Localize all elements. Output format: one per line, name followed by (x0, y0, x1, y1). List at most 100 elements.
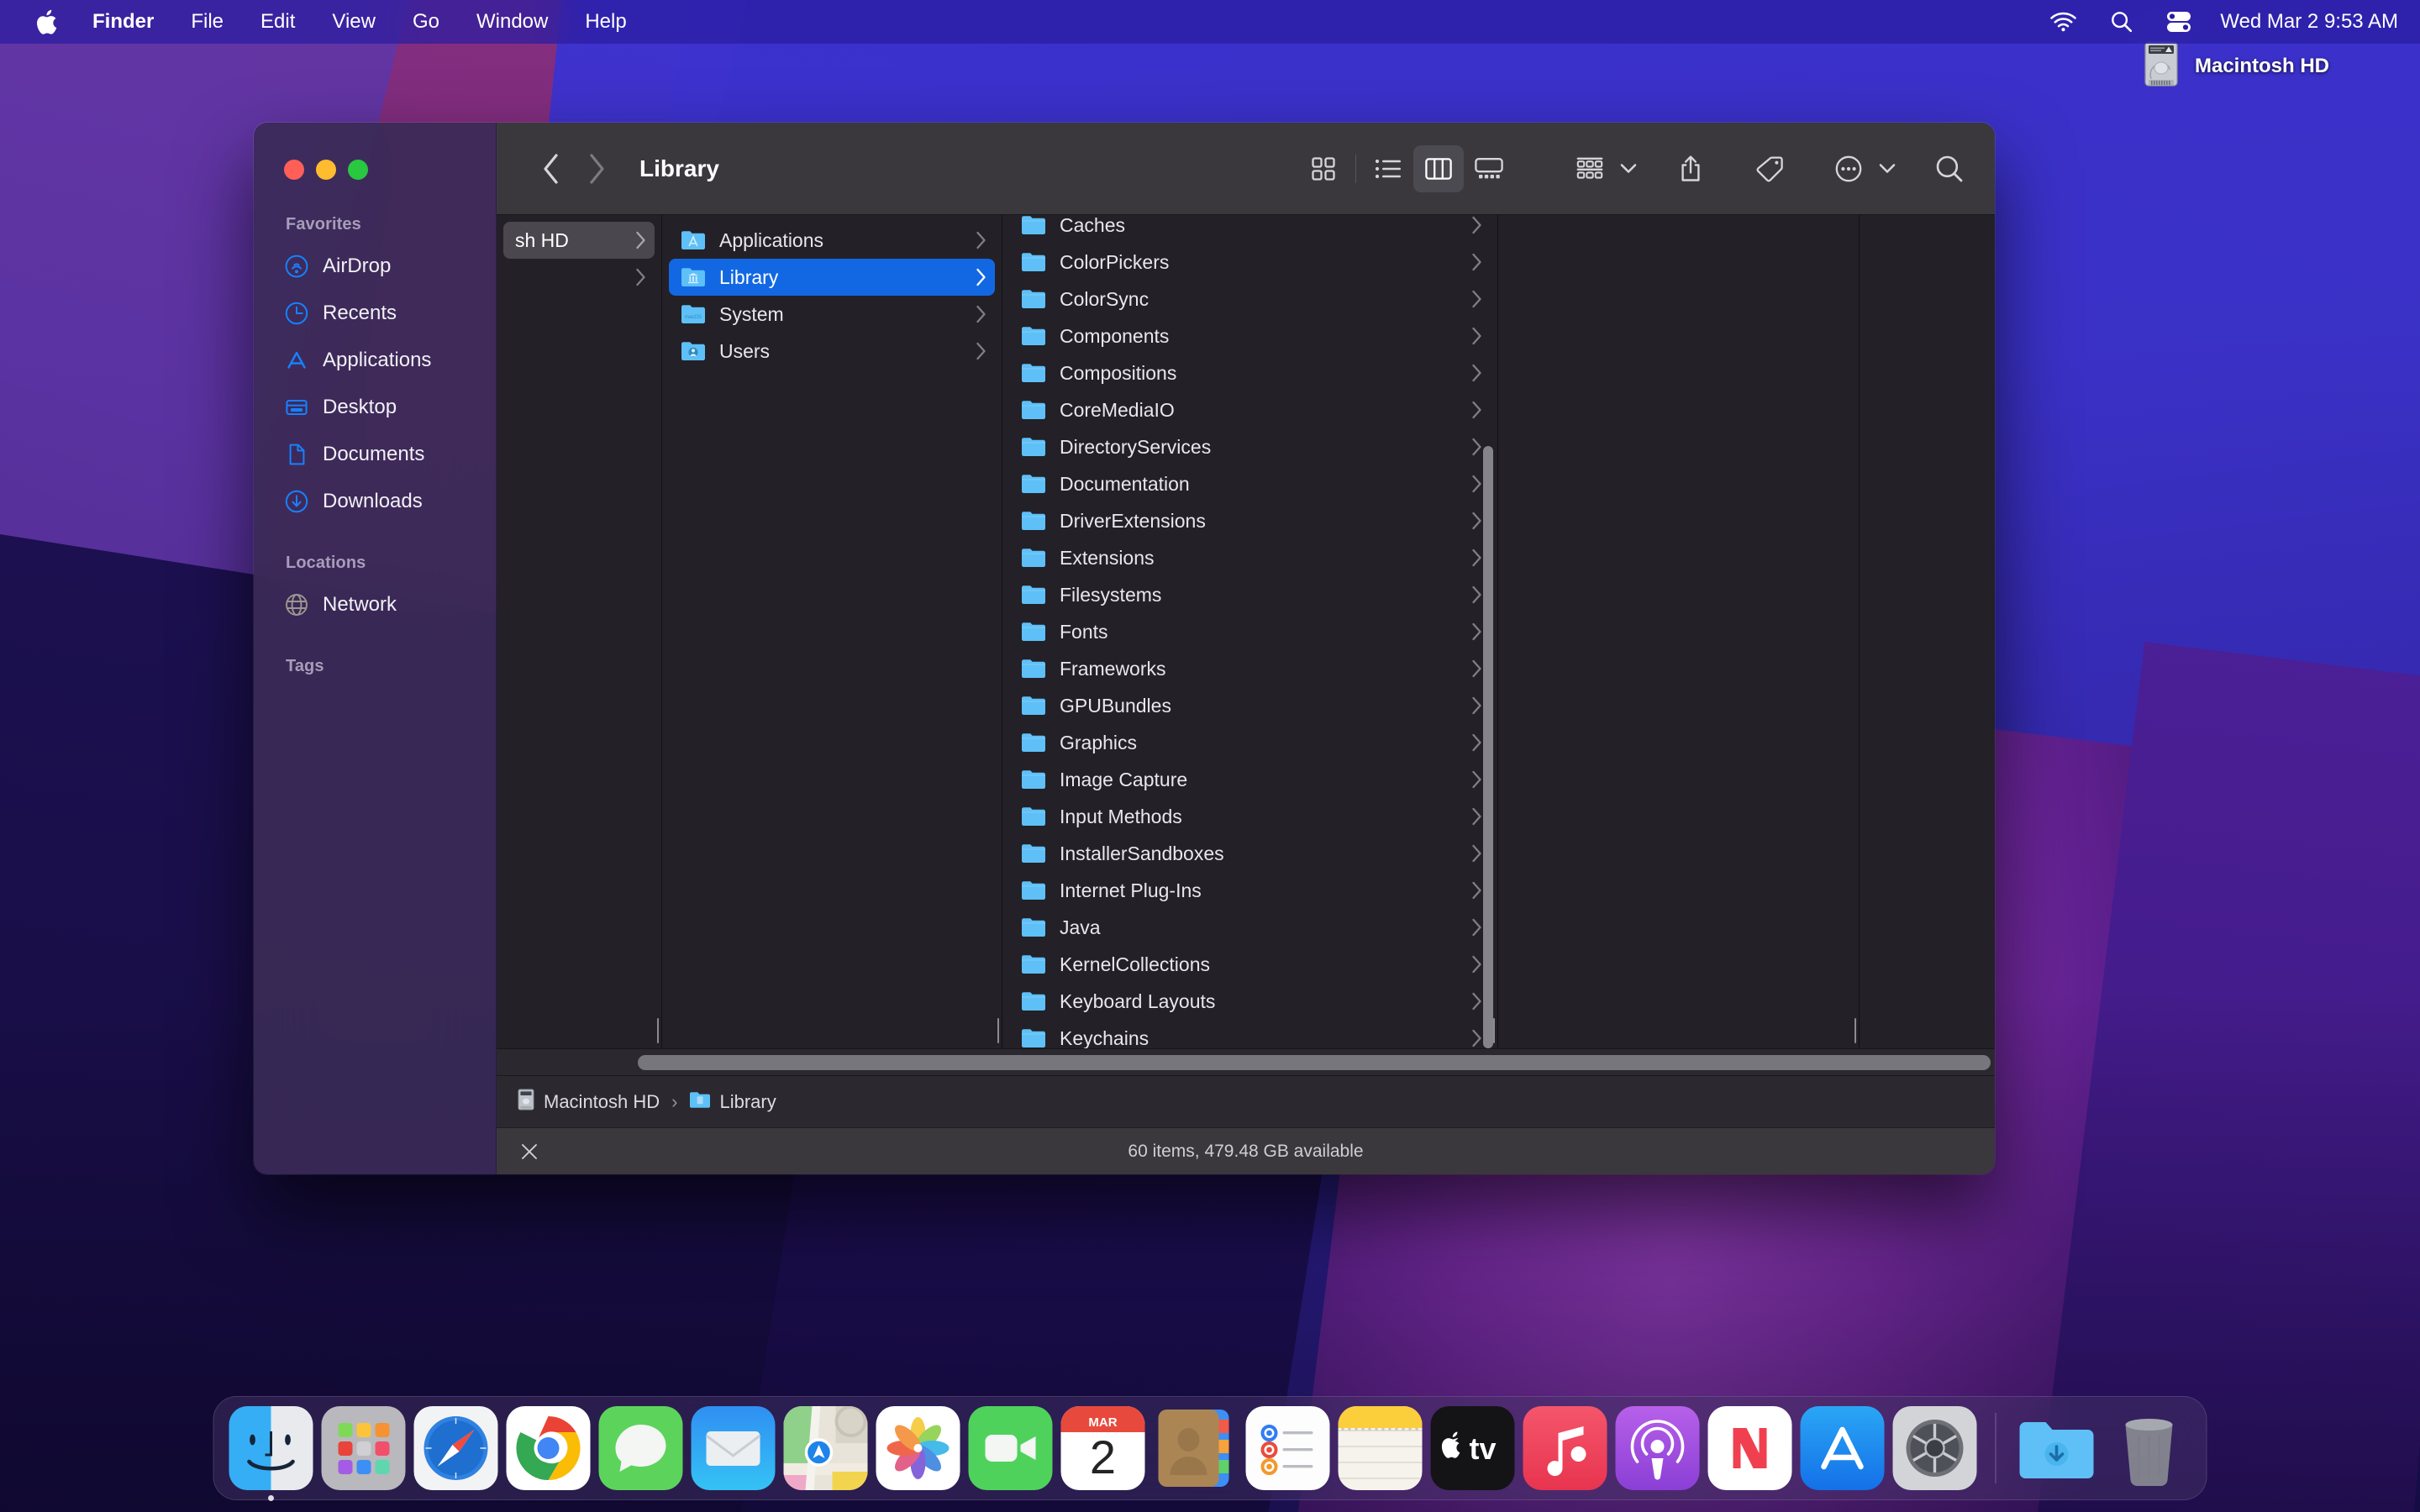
dock-item-safari[interactable] (413, 1406, 498, 1490)
chevron-right-icon (965, 342, 986, 360)
column-item[interactable]: ColorSync (1009, 281, 1491, 318)
column-item[interactable] (503, 259, 655, 296)
zoom-window-button[interactable] (348, 160, 368, 180)
menubar-clock[interactable]: Wed Mar 2 9:53 AM (2208, 10, 2398, 34)
column-item[interactable]: Compositions (1009, 354, 1491, 391)
sidebar-item-documents[interactable]: Documents (266, 431, 484, 478)
folder-icon (1021, 251, 1050, 273)
breadcrumb-library[interactable]: Library (689, 1090, 776, 1114)
tags-button[interactable] (1744, 145, 1795, 192)
sidebar-item-label: Documents (323, 443, 425, 465)
chevron-right-icon (1461, 844, 1482, 863)
dock-item-trash[interactable] (2107, 1406, 2191, 1490)
dock-item-music[interactable] (1523, 1406, 1607, 1490)
column-item[interactable]: ColorPickers (1009, 244, 1491, 281)
horizontal-scrollbar[interactable] (497, 1048, 1995, 1075)
breadcrumb-macintosh-hd[interactable]: Macintosh HD (517, 1089, 660, 1116)
column-item[interactable]: KernelCollections (1009, 946, 1491, 983)
finder-window[interactable]: Favorites AirDrop Recents Applications D… (254, 123, 1995, 1174)
column-item[interactable]: Graphics (1009, 724, 1491, 761)
dock-item-messages[interactable] (598, 1406, 683, 1490)
dock-item-facetime[interactable] (968, 1406, 1053, 1490)
apple-logo-icon[interactable] (18, 9, 74, 35)
column-item[interactable]: Documentation (1009, 465, 1491, 502)
dock-item-finder[interactable] (229, 1406, 313, 1490)
dock-item-calendar[interactable]: MAR 2 (1060, 1406, 1145, 1490)
menu-item-window[interactable]: Window (458, 0, 566, 44)
column-item[interactable]: InstallerSandboxes (1009, 835, 1491, 872)
dock-item-photos[interactable] (876, 1406, 960, 1490)
column-item[interactable]: Fonts (1009, 613, 1491, 650)
dock-item-launchpad[interactable] (321, 1406, 406, 1490)
column-item[interactable]: Frameworks (1009, 650, 1491, 687)
column-item[interactable]: DriverExtensions (1009, 502, 1491, 539)
finder-sidebar: Favorites AirDrop Recents Applications D… (254, 123, 497, 1174)
column-view-button[interactable] (1413, 144, 1464, 192)
icon-view-button[interactable] (1298, 145, 1349, 192)
group-by-button[interactable] (1565, 145, 1615, 192)
column-item[interactable]: Caches (1009, 215, 1491, 244)
back-chevron-icon[interactable] (529, 146, 574, 192)
dock-item-downloads[interactable] (2015, 1406, 2099, 1490)
dock-item-chrome[interactable] (506, 1406, 591, 1490)
vertical-scrollbar[interactable] (1483, 446, 1493, 1048)
column-item[interactable]: Extensions (1009, 539, 1491, 576)
dock-item-notes[interactable] (1338, 1406, 1423, 1490)
column-item[interactable]: GPUBundles (1009, 687, 1491, 724)
sidebar-item-network[interactable]: Network (266, 581, 484, 628)
more-actions-button[interactable] (1823, 145, 1874, 192)
column-item[interactable]: CoreMediaIO (1009, 391, 1491, 428)
column-item[interactable]: Input Methods (1009, 798, 1491, 835)
menu-item-edit[interactable]: Edit (242, 0, 313, 44)
column-item[interactable]: Library (669, 259, 995, 296)
column-item[interactable]: sh HD (503, 222, 655, 259)
column-item[interactable]: Keyboard Layouts (1009, 983, 1491, 1020)
close-x-icon[interactable] (520, 1142, 539, 1161)
close-window-button[interactable] (284, 160, 304, 180)
column-item[interactable]: DirectoryServices (1009, 428, 1491, 465)
search-icon[interactable] (2094, 0, 2149, 44)
dock-item-podcasts[interactable] (1615, 1406, 1700, 1490)
control-center-icon[interactable] (2149, 0, 2208, 44)
desktop-icon-macintosh-hd[interactable]: Macintosh HD (2141, 40, 2329, 92)
dock-item-tv[interactable]: tv (1430, 1406, 1515, 1490)
sidebar-item-airdrop[interactable]: AirDrop (266, 243, 484, 290)
dock-item-news[interactable] (1707, 1406, 1792, 1490)
column-item[interactable]: macOS System (669, 296, 995, 333)
menu-item-go[interactable]: Go (394, 0, 458, 44)
dock-item-mail[interactable] (691, 1406, 776, 1490)
chevron-down-icon[interactable] (1879, 163, 1896, 174)
dock-item-maps[interactable] (783, 1406, 868, 1490)
sidebar-item-desktop[interactable]: Desktop (266, 384, 484, 431)
dock-item-reminders[interactable] (1245, 1406, 1330, 1490)
minimize-window-button[interactable] (316, 160, 336, 180)
column-item[interactable]: Applications (669, 222, 995, 259)
menu-item-finder[interactable]: Finder (74, 0, 172, 44)
menu-item-view[interactable]: View (313, 0, 394, 44)
column-item[interactable]: Image Capture (1009, 761, 1491, 798)
list-view-button[interactable] (1363, 145, 1413, 192)
menu-item-help[interactable]: Help (566, 0, 644, 44)
column-item[interactable]: Users (669, 333, 995, 370)
search-button[interactable] (1924, 145, 1975, 192)
chevron-right-icon (1461, 401, 1482, 419)
forward-chevron-icon[interactable] (574, 146, 619, 192)
dock-item-system-preferences[interactable] (1892, 1406, 1977, 1490)
sidebar-item-applications[interactable]: Applications (266, 337, 484, 384)
column-item[interactable]: Filesystems (1009, 576, 1491, 613)
dock-item-appstore[interactable] (1800, 1406, 1885, 1490)
dock-item-contacts[interactable] (1154, 1406, 1238, 1490)
column-item[interactable]: Internet Plug-Ins (1009, 872, 1491, 909)
wifi-icon[interactable] (2033, 0, 2094, 44)
chevron-down-icon[interactable] (1620, 163, 1637, 174)
chevron-right-icon (1461, 992, 1482, 1011)
sidebar-item-recents[interactable]: Recents (266, 290, 484, 337)
gallery-view-button[interactable] (1464, 145, 1514, 192)
column-item[interactable]: Keychains (1009, 1020, 1491, 1048)
share-button[interactable] (1665, 145, 1716, 192)
folder-icon (1021, 695, 1050, 717)
column-item[interactable]: Java (1009, 909, 1491, 946)
column-item[interactable]: Components (1009, 318, 1491, 354)
menu-item-file[interactable]: File (172, 0, 242, 44)
sidebar-item-downloads[interactable]: Downloads (266, 478, 484, 525)
